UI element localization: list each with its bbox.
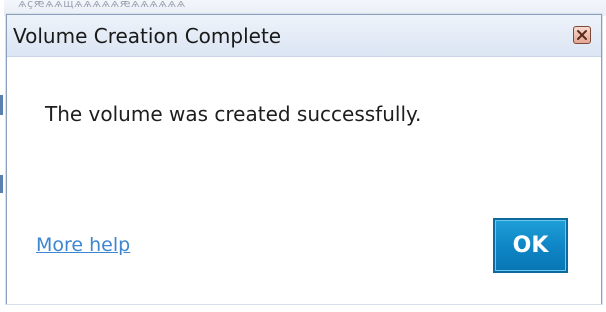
dialog-title-bar: Volume Creation Complete: [7, 15, 601, 57]
dialog-title: Volume Creation Complete: [13, 24, 282, 48]
background-window-marker: [0, 95, 3, 115]
background-window-marker: [0, 175, 3, 193]
close-icon: [577, 30, 587, 40]
dialog-body: The volume was created successfully. Mor…: [7, 57, 601, 304]
background-window-edge: [0, 0, 4, 312]
close-button[interactable]: [573, 26, 591, 44]
background-window-text: ѧҫԙѧѧщѧѧѧѧѧԙѧѧѧѧѧѧ: [18, 0, 186, 10]
more-help-link[interactable]: More help: [36, 234, 130, 256]
dialog-message: The volume was created successfully.: [45, 102, 422, 126]
volume-creation-dialog: Volume Creation Complete The volume was …: [6, 14, 602, 304]
ok-button[interactable]: OK: [493, 218, 568, 273]
